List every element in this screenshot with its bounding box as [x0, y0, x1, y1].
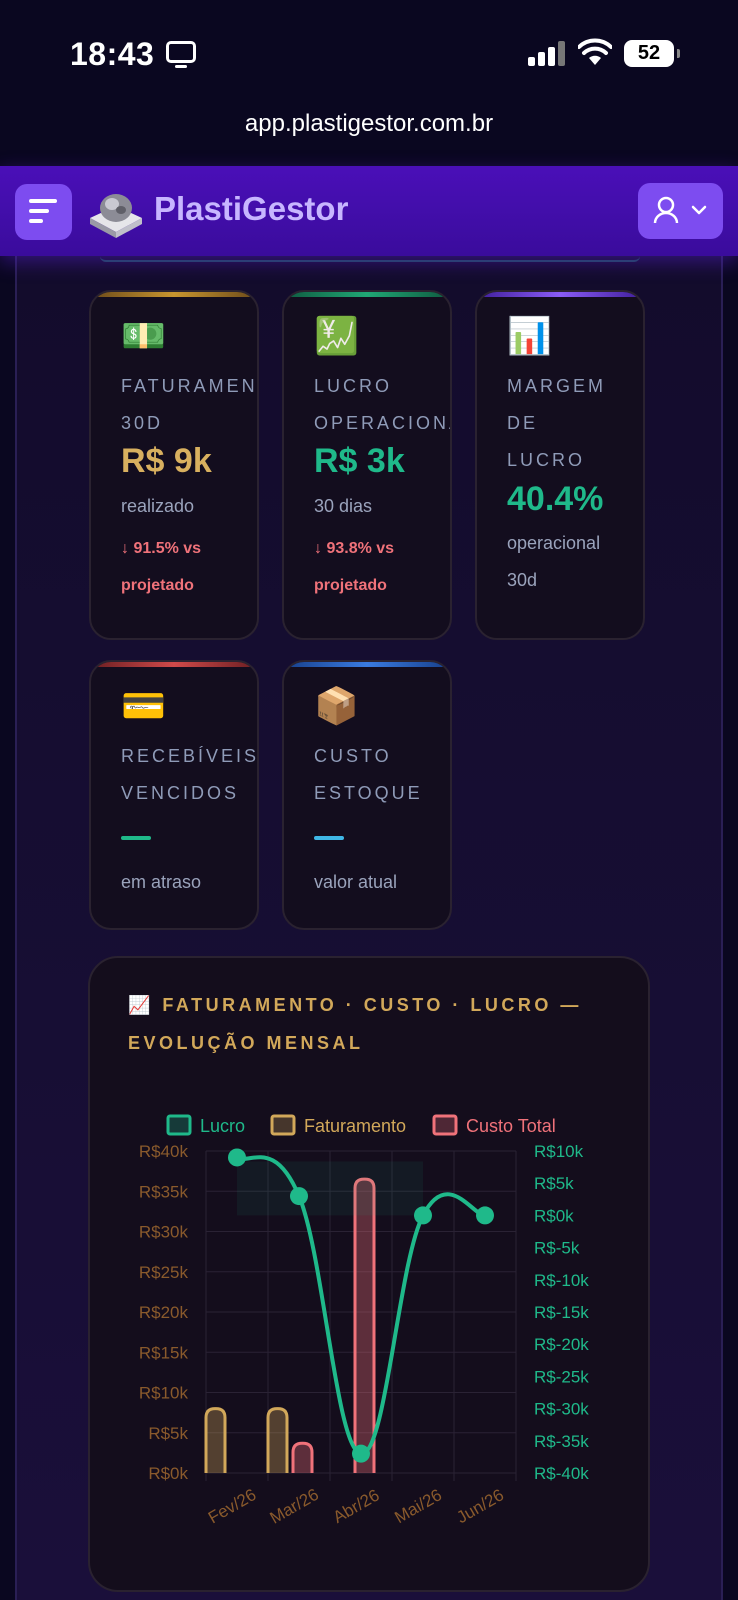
legend-label: Faturamento	[304, 1116, 406, 1136]
point-lucro	[290, 1187, 308, 1206]
y-right-tick-label: R$-40k	[534, 1464, 589, 1483]
point-lucro	[352, 1444, 370, 1463]
x-tick-label: Mai/26	[391, 1485, 445, 1527]
y-left-tick-label: R$0k	[148, 1464, 188, 1483]
card-subtitle: valor atual	[314, 872, 398, 892]
bar-faturamento	[266, 1407, 289, 1473]
battery-icon: 52	[624, 40, 680, 67]
cellular-signal-icon	[528, 40, 566, 66]
y-left-tick-label: R$40k	[139, 1142, 189, 1161]
card-delta: ↓ 93.8% vs projetado	[314, 540, 395, 594]
kpi-card-margem-lucro[interactable]: 📊 MARGEM DE LUCRO 40.4% operacional 30d	[475, 290, 645, 640]
y-left-tick-label: R$20k	[139, 1303, 189, 1322]
bar-faturamento	[204, 1407, 227, 1473]
evolution-chart-card: 📈 FATURAMENTO · CUSTO · LUCRO — EVOLUÇÃO…	[88, 956, 650, 1592]
evolution-chart[interactable]: R$0k R$5k R$10k R$15k R$20k R$25k R$30k R$35k R$…	[90, 958, 652, 1594]
y-left-tick-label: R$5k	[148, 1424, 188, 1443]
kpi-card-custo-estoque[interactable]: 📦 CUSTO ESTOQUE valor atual	[282, 660, 452, 930]
card-value: R$ 9k	[121, 442, 212, 480]
menu-icon	[29, 199, 57, 203]
card-accent-bar	[284, 662, 450, 667]
card-value: R$ 3k	[314, 442, 405, 480]
x-tick-label: Abr/26	[330, 1485, 383, 1527]
card-delta: ↓ 91.5% vs projetado	[121, 540, 202, 594]
chart-yen-icon: 💹	[314, 315, 359, 356]
x-tick-label: Mar/26	[267, 1485, 322, 1528]
card-label: MARGEM DE LUCRO	[507, 376, 606, 470]
address-bar-url[interactable]: app.plastigestor.com.br	[0, 110, 738, 138]
kpi-card-recebiveis-vencidos[interactable]: 💳 RECEBÍVEIS VENCIDOS em atraso	[89, 660, 259, 930]
credit-card-icon: 💳	[121, 685, 166, 726]
point-lucro	[476, 1206, 494, 1225]
y-right-tick-label: R$-30k	[534, 1400, 589, 1419]
card-subtitle: em atraso	[121, 872, 202, 892]
brand-name[interactable]: PlastiGestor	[154, 190, 348, 228]
card-label: FATURAMENTO 30D	[121, 376, 258, 433]
card-subtitle: realizado	[121, 496, 195, 516]
bar-chart-icon: 📊	[507, 315, 552, 356]
card-accent-bar	[91, 662, 257, 667]
y-left-tick-label: R$25k	[139, 1263, 189, 1282]
card-accent-bar	[91, 292, 257, 297]
clock: 18:43	[70, 36, 155, 72]
logo-icon	[90, 194, 142, 238]
lucro-fill-area	[237, 1161, 423, 1216]
card-subtitle: operacional 30d	[507, 533, 601, 590]
kpi-card-faturamento[interactable]: 💵 FATURAMENTO 30D R$ 9k realizado ↓ 91.5…	[89, 290, 259, 640]
app-header: PlastiGestor	[0, 166, 738, 256]
bar-custo-total	[353, 1177, 376, 1473]
card-accent-bar	[284, 292, 450, 297]
y-right-tick-label: R$10k	[534, 1142, 584, 1161]
package-icon: 📦	[314, 685, 359, 726]
y-right-tick-label: R$5k	[534, 1174, 574, 1193]
card-value-empty	[314, 836, 344, 840]
previous-card-edge	[100, 256, 640, 262]
card-subtitle: 30 dias	[314, 496, 373, 516]
y-right-tick-label: R$-35k	[534, 1432, 589, 1451]
y-right-tick-label: R$-5k	[534, 1239, 580, 1258]
point-lucro	[228, 1148, 246, 1167]
y-right-tick-label: R$0k	[534, 1206, 574, 1225]
y-left-tick-label: R$15k	[139, 1343, 189, 1362]
kpi-card-lucro-operacional[interactable]: 💹 LUCRO OPERACIONAL R$ 3k 30 dias ↓ 93.8…	[282, 290, 452, 640]
card-label: RECEBÍVEIS VENCIDOS	[121, 746, 259, 803]
y-left-tick-label: R$10k	[139, 1384, 189, 1403]
bar-custo-total	[291, 1441, 314, 1473]
status-bar: 18:43 52	[0, 0, 738, 105]
x-tick-label: Fev/26	[205, 1485, 260, 1527]
point-lucro	[414, 1206, 432, 1225]
legend-swatch	[432, 1114, 458, 1136]
user-icon	[653, 196, 707, 224]
card-accent-bar	[477, 292, 643, 297]
y-right-tick-label: R$-25k	[534, 1367, 589, 1386]
user-menu-button[interactable]	[638, 183, 723, 239]
card-value-empty	[121, 836, 151, 840]
money-bills-icon: 💵	[121, 315, 166, 356]
legend-label: Custo Total	[466, 1116, 556, 1136]
y-right-tick-label: R$-15k	[534, 1303, 589, 1322]
y-left-tick-label: R$35k	[139, 1182, 189, 1201]
card-label: CUSTO ESTOQUE	[314, 746, 423, 803]
menu-button[interactable]	[15, 184, 72, 240]
card-value: 40.4%	[507, 480, 604, 518]
wifi-icon	[578, 38, 612, 65]
screen-mirror-icon	[166, 41, 196, 68]
y-right-tick-label: R$-20k	[534, 1335, 589, 1354]
card-label: LUCRO OPERACIONAL	[314, 376, 450, 433]
y-left-tick-label: R$30k	[139, 1223, 189, 1242]
x-tick-label: Jun/26	[453, 1485, 507, 1527]
y-right-tick-label: R$-10k	[534, 1271, 589, 1290]
legend-label: Lucro	[200, 1116, 245, 1136]
legend-swatch	[270, 1114, 296, 1136]
legend-swatch	[166, 1114, 192, 1136]
